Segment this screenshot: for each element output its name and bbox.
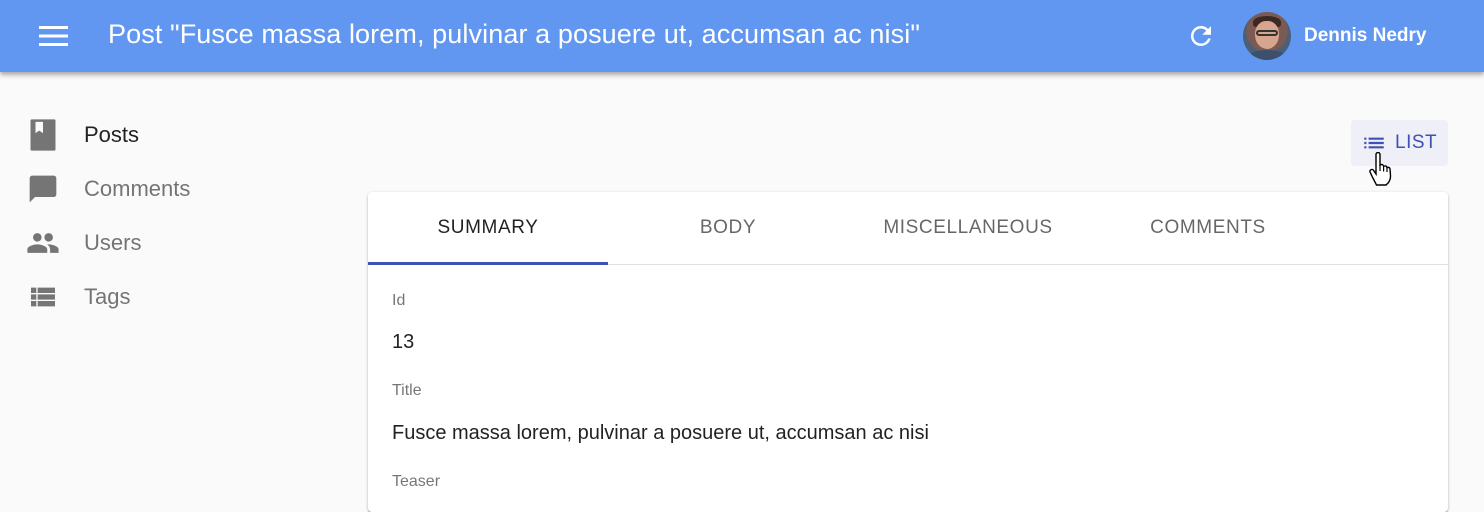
- avatar: [1243, 12, 1291, 60]
- view-list-icon: [26, 280, 60, 314]
- sidebar-item-label: Users: [84, 230, 142, 255]
- book-icon: [26, 118, 60, 152]
- title-value: Fusce massa lorem, pulvinar a posuere ut…: [392, 422, 929, 444]
- teaser-label: Teaser: [392, 473, 441, 490]
- sidebar-item-posts[interactable]: Posts: [0, 108, 240, 162]
- sidebar: Posts Comments Users Tags: [0, 108, 240, 324]
- menu-icon: [39, 26, 68, 46]
- id-label: Id: [392, 292, 406, 309]
- app-bar: Post "Fusce massa lorem, pulvinar a posu…: [0, 0, 1484, 72]
- tab-body[interactable]: BODY: [608, 192, 848, 264]
- page-title: Post "Fusce massa lorem, pulvinar a posu…: [108, 19, 921, 49]
- sidebar-item-label: Comments: [84, 176, 191, 201]
- sidebar-item-label: Tags: [84, 284, 131, 309]
- id-value: 13: [392, 331, 415, 353]
- chat-bubble-icon: [26, 172, 60, 206]
- refresh-button[interactable]: [1181, 18, 1221, 54]
- tab-summary[interactable]: SUMMARY: [368, 192, 608, 264]
- refresh-icon: [1190, 25, 1211, 46]
- user-name: Dennis Nedry: [1304, 25, 1427, 46]
- tab-indicator: [368, 262, 608, 265]
- people-icon: [26, 226, 60, 260]
- sidebar-item-comments[interactable]: Comments: [0, 162, 240, 216]
- list-button-label: LIST: [1395, 132, 1438, 153]
- user-menu[interactable]: Dennis Nedry: [1238, 10, 1426, 62]
- tab-bar: SUMMARY BODY MISCELLANEOUS COMMENTS: [368, 192, 1448, 265]
- menu-button[interactable]: [30, 18, 78, 54]
- list-button[interactable]: LIST: [1351, 120, 1448, 166]
- sidebar-item-label: Posts: [84, 122, 140, 147]
- show-card: SUMMARY BODY MISCELLANEOUS COMMENTS Id 1…: [368, 192, 1448, 512]
- tab-comments[interactable]: COMMENTS: [1088, 192, 1328, 264]
- title-label: Title: [392, 382, 422, 399]
- sidebar-item-users[interactable]: Users: [0, 216, 240, 270]
- sidebar-item-tags[interactable]: Tags: [0, 270, 240, 324]
- tab-miscellaneous[interactable]: MISCELLANEOUS: [848, 192, 1088, 264]
- hand-pointer-icon: [1369, 152, 1392, 186]
